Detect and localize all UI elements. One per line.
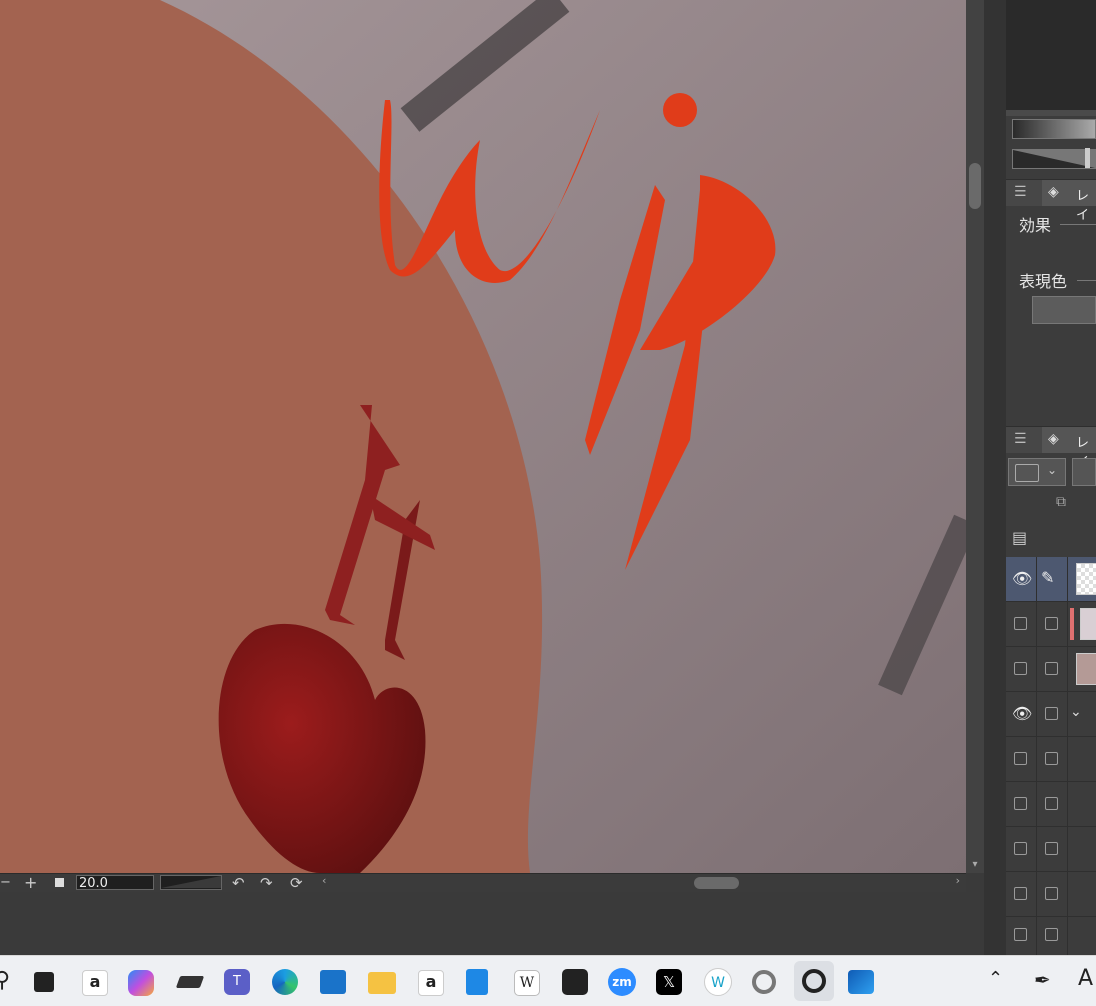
layer-folder-row[interactable]: 👁 ⌄ (1006, 692, 1096, 737)
lock-checkbox[interactable] (1045, 662, 1058, 675)
pen-icon[interactable]: ✎ (1041, 568, 1054, 587)
chevron-down-icon: ⌄ (1047, 463, 1058, 477)
scroll-down-icon[interactable]: ▾ (966, 857, 984, 873)
toolbox-icon[interactable] (562, 969, 588, 995)
layer-row[interactable] (1006, 827, 1096, 872)
lock-checkbox[interactable] (1045, 928, 1058, 941)
layer-row[interactable] (1006, 872, 1096, 917)
panel-divider (1006, 110, 1096, 116)
wikipedia-icon[interactable]: W (514, 970, 540, 996)
layer-panel-header: ☰ ◈ レイ (1006, 426, 1096, 470)
panel-gap (984, 0, 1006, 955)
scrollbar-thumb[interactable] (694, 877, 739, 889)
scrollbar-thumb[interactable] (969, 163, 981, 209)
menu-icon[interactable]: ☰ (1014, 431, 1027, 447)
visibility-checkbox[interactable] (1014, 617, 1027, 630)
visibility-checkbox[interactable] (1014, 887, 1027, 900)
visibility-checkbox[interactable] (1014, 842, 1027, 855)
chevron-up-icon[interactable]: ⌃ (988, 968, 1014, 994)
color-label (1070, 608, 1074, 640)
zoom-in-button[interactable]: + (24, 874, 37, 892)
search-icon[interactable]: ⚲ (0, 968, 20, 994)
visibility-checkbox[interactable] (1014, 662, 1027, 675)
teams-icon[interactable]: T (224, 969, 250, 995)
layer-row[interactable] (1006, 602, 1096, 647)
clip-studio-icon[interactable] (794, 961, 834, 1001)
input-indicator-icon[interactable]: A (1078, 966, 1096, 992)
zoom-level-input[interactable]: 20.0 (76, 875, 154, 891)
blend-mode-dropdown[interactable]: ⌄ (1008, 458, 1066, 486)
visibility-checkbox[interactable] (1014, 928, 1027, 941)
zoom-slider[interactable] (160, 875, 222, 890)
rotate-left-icon[interactable]: ↶ (232, 874, 245, 892)
lock-checkbox[interactable] (1045, 752, 1058, 765)
opacity-field[interactable] (1072, 458, 1096, 486)
gradient-slider[interactable] (1012, 148, 1096, 169)
file-explorer-icon[interactable] (368, 972, 396, 994)
navigator-panel (1006, 0, 1096, 110)
edge-icon[interactable] (272, 969, 298, 995)
task-view-icon[interactable] (34, 972, 54, 992)
layer-row[interactable] (1006, 647, 1096, 692)
canvas-vertical-scrollbar[interactable]: ▾ (966, 0, 984, 873)
lock-checkbox[interactable] (1045, 887, 1058, 900)
layer-thumbnail (1080, 608, 1096, 640)
layers-icon: ◈ (1048, 431, 1059, 447)
notepad-icon[interactable] (466, 969, 488, 995)
canvas-artwork (0, 0, 966, 873)
divider (1060, 224, 1096, 225)
amazon-icon[interactable]: a (418, 970, 444, 996)
layers-icon: ◈ (1048, 184, 1059, 200)
tab-label: レイ (1076, 189, 1090, 223)
canvas-status-bar: − + 20.0 ↶ ↷ ⟳ ‹ › (0, 873, 966, 892)
windows-taskbar: ⚲ a T a W zm 𝕏 W ⌃ ✒ A (0, 955, 1096, 1006)
layer-thumbnail (1076, 563, 1096, 595)
layer-row[interactable] (1006, 737, 1096, 782)
outlook-icon[interactable] (848, 970, 874, 994)
amazon-icon[interactable]: a (82, 970, 108, 996)
menu-icon[interactable]: ☰ (1014, 184, 1027, 200)
canvas-horizontal-scrollbar[interactable]: ‹ › (318, 874, 966, 892)
effect-label: 効果 (1019, 216, 1052, 235)
scroll-right-icon[interactable]: › (956, 874, 960, 887)
copilot-icon[interactable] (128, 970, 154, 996)
fit-square-icon[interactable] (55, 878, 64, 887)
zoom-out-button[interactable]: − (0, 874, 11, 892)
visibility-checkbox[interactable] (1014, 797, 1027, 810)
lock-checkbox[interactable] (1045, 797, 1058, 810)
w-icon[interactable]: W (704, 968, 732, 996)
eye-icon[interactable]: 👁 (1012, 569, 1032, 588)
lock-checkbox[interactable] (1045, 617, 1058, 630)
layer-list-icon[interactable]: ▤ (1012, 528, 1027, 547)
blend-mode-swatch (1015, 464, 1039, 482)
link-icon[interactable] (752, 970, 776, 994)
chevron-down-icon[interactable]: ⌄ (1070, 704, 1082, 720)
divider (1077, 280, 1096, 281)
visibility-checkbox[interactable] (1014, 752, 1027, 765)
lock-checkbox[interactable] (1045, 707, 1058, 720)
layer-property-panel-header: ☰ ◈ レイ (1006, 179, 1096, 223)
rotate-right-icon[interactable]: ↷ (260, 874, 273, 892)
lettering-i-dot (663, 93, 697, 127)
zoom-icon[interactable]: zm (608, 968, 636, 996)
drawing-canvas[interactable] (0, 0, 966, 873)
expression-color-label: 表現色 (1019, 272, 1068, 291)
layer-row[interactable]: 👁 ✎ (1006, 557, 1096, 602)
layer-thumbnail (1076, 653, 1096, 685)
scroll-left-icon[interactable]: ‹ (322, 874, 326, 887)
expression-color-dropdown[interactable] (1032, 296, 1096, 324)
eraser-app-icon[interactable] (175, 976, 205, 988)
pen-menu-icon[interactable]: ✒ (1034, 968, 1060, 994)
gradient-bar[interactable] (1012, 119, 1096, 139)
slider-handle[interactable] (1085, 148, 1090, 168)
timeline-area (0, 892, 984, 955)
eye-icon[interactable]: 👁 (1012, 704, 1032, 723)
x-icon[interactable]: 𝕏 (656, 969, 682, 995)
layer-row[interactable] (1006, 782, 1096, 827)
layer-row[interactable] (1006, 917, 1096, 961)
reset-rotation-icon[interactable]: ⟳ (290, 874, 303, 892)
lock-checkbox[interactable] (1045, 842, 1058, 855)
store-icon[interactable] (320, 970, 346, 994)
clipping-icon[interactable]: ⧉ (1056, 494, 1066, 510)
